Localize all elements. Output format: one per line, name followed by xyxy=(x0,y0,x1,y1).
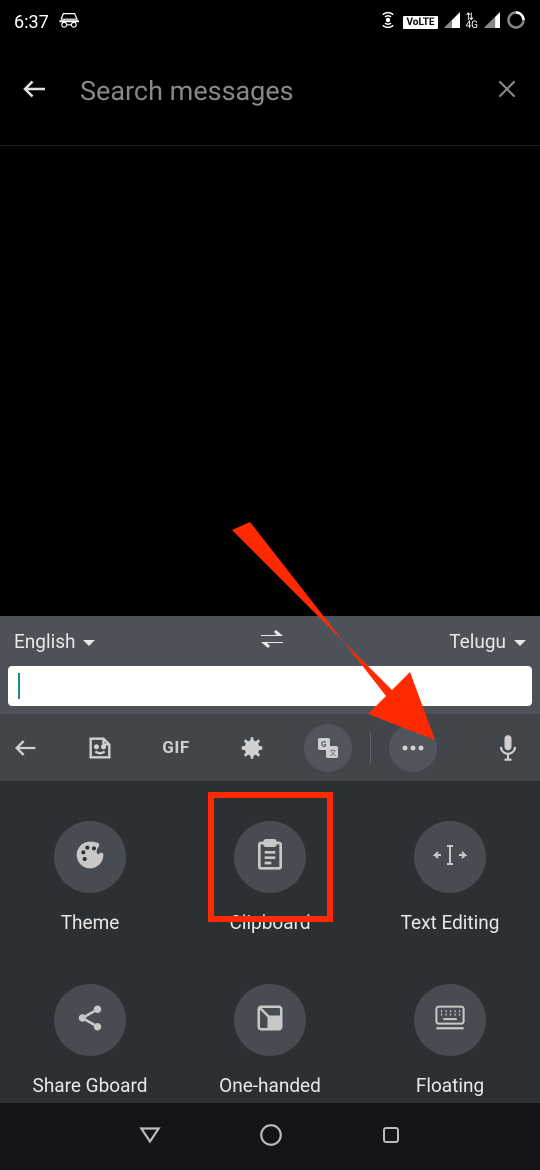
signal-icon-2 xyxy=(484,12,500,33)
toolbar-back-icon[interactable] xyxy=(12,734,62,762)
floating-option[interactable]: Floating xyxy=(360,984,540,1097)
toolbar-divider xyxy=(370,733,371,763)
text-editing-option[interactable]: Text Editing xyxy=(360,821,540,934)
translate-bar: English Telugu xyxy=(0,616,540,666)
settings-icon[interactable] xyxy=(214,735,290,761)
source-language-selector[interactable]: English xyxy=(14,630,95,653)
target-language-label: Telugu xyxy=(449,630,506,653)
share-icon xyxy=(75,1003,105,1038)
one-handed-label: One-handed xyxy=(219,1074,321,1097)
incognito-icon xyxy=(59,12,79,33)
status-bar: 6:37 VoLTE ⇅4G xyxy=(0,0,540,36)
clipboard-option[interactable]: Clipboard xyxy=(180,821,360,934)
one-handed-icon xyxy=(255,1003,285,1038)
close-icon[interactable] xyxy=(494,76,520,106)
app-search-bar: Search messages xyxy=(0,36,540,146)
target-language-selector[interactable]: Telugu xyxy=(449,630,526,653)
translate-input[interactable] xyxy=(8,666,532,706)
nav-recents-icon[interactable] xyxy=(379,1123,403,1151)
loading-spinner-icon xyxy=(506,10,526,35)
swap-languages-icon[interactable] xyxy=(259,629,285,654)
network-indicator: ⇅4G xyxy=(466,14,478,30)
svg-text:G: G xyxy=(321,740,327,749)
keyboard-toolbar: GIF G文 xyxy=(0,714,540,781)
text-cursor-icon xyxy=(433,842,467,873)
back-icon[interactable] xyxy=(20,74,50,108)
gif-label: GIF xyxy=(162,738,189,758)
one-handed-option[interactable]: One-handed xyxy=(180,984,360,1097)
share-gboard-label: Share Gboard xyxy=(33,1074,148,1097)
translate-input-row xyxy=(0,666,540,714)
search-input[interactable]: Search messages xyxy=(80,75,464,107)
nav-home-icon[interactable] xyxy=(258,1122,284,1152)
volte-badge: VoLTE xyxy=(403,16,437,29)
text-cursor xyxy=(18,673,20,699)
palette-icon xyxy=(74,839,106,876)
mic-icon[interactable] xyxy=(488,734,528,762)
nav-back-icon[interactable] xyxy=(137,1122,163,1152)
theme-label: Theme xyxy=(61,911,120,934)
status-time: 6:37 xyxy=(14,12,49,33)
chevron-down-icon xyxy=(514,630,526,653)
keyboard-options-panel: Theme Clipboard Text Editing Share Gboar… xyxy=(0,781,540,1147)
signal-icon-1 xyxy=(444,12,460,33)
clipboard-icon xyxy=(256,839,284,876)
hotspot-icon xyxy=(379,11,397,34)
content-area xyxy=(0,146,540,616)
floating-keyboard-icon xyxy=(433,1004,467,1037)
system-nav-bar xyxy=(0,1103,540,1170)
clipboard-label: Clipboard xyxy=(229,911,310,934)
more-options-button[interactable] xyxy=(375,724,451,772)
sticker-icon[interactable] xyxy=(62,734,138,762)
text-editing-label: Text Editing xyxy=(401,911,500,934)
translate-icon[interactable]: G文 xyxy=(290,724,366,772)
chevron-down-icon xyxy=(83,630,95,653)
gif-button[interactable]: GIF xyxy=(138,738,214,758)
theme-option[interactable]: Theme xyxy=(0,821,180,934)
svg-text:文: 文 xyxy=(330,748,337,757)
floating-label: Floating xyxy=(416,1074,484,1097)
share-gboard-option[interactable]: Share Gboard xyxy=(0,984,180,1097)
source-language-label: English xyxy=(14,630,75,653)
